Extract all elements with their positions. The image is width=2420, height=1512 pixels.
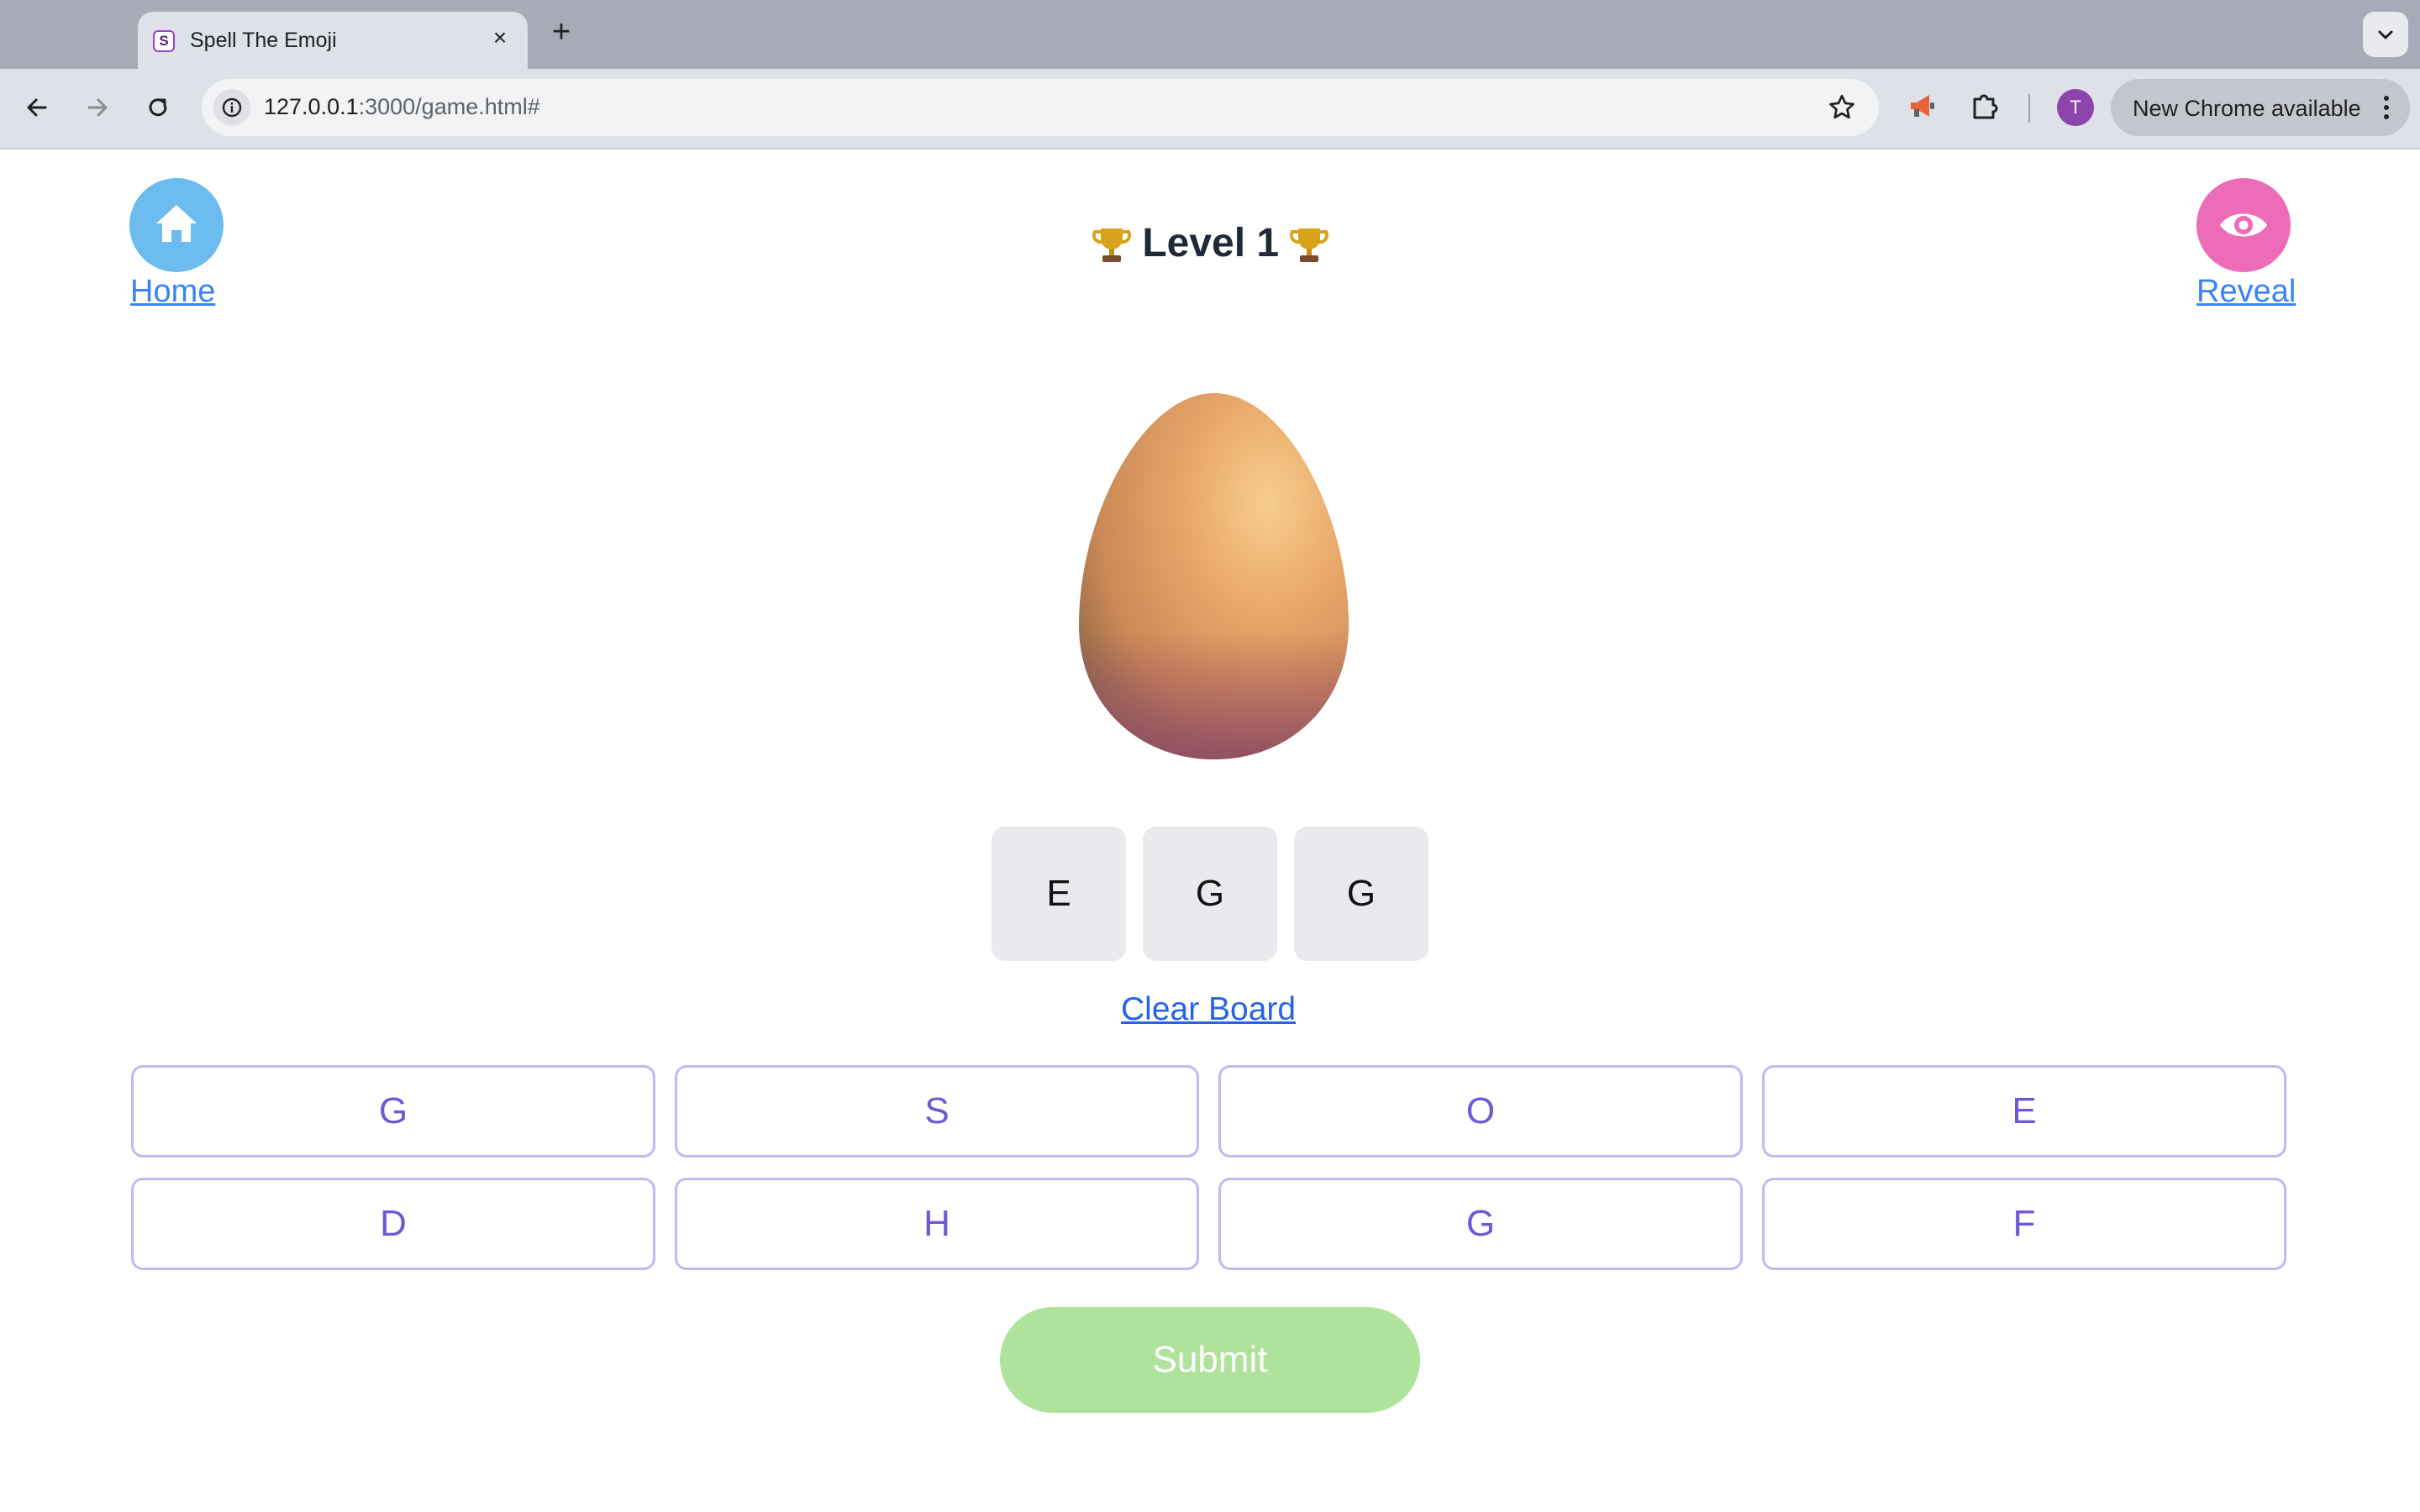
home-link[interactable]: Home (130, 274, 215, 310)
browser-tab[interactable]: S Spell The Emoji × (138, 12, 528, 69)
reload-button[interactable] (138, 87, 178, 128)
back-button[interactable] (17, 87, 57, 128)
toolbar-separator (2028, 94, 2030, 123)
letter-button[interactable]: H (675, 1178, 1199, 1270)
trophy-icon (1092, 228, 1131, 263)
home-button[interactable] (129, 178, 224, 272)
eye-icon (2220, 213, 2267, 237)
bookmark-star-icon[interactable] (1827, 92, 1857, 123)
kebab-menu-icon[interactable] (2381, 94, 2391, 121)
browser-tab-strip: S Spell The Emoji × + (0, 0, 2420, 69)
megaphone-icon[interactable] (1906, 89, 1939, 123)
reveal-link[interactable]: Reveal (2196, 274, 2296, 310)
url-text: 127.0.0.1:3000/game.html# (264, 94, 540, 120)
letter-button[interactable]: O (1218, 1065, 1743, 1158)
profile-avatar[interactable]: T (2057, 89, 2094, 126)
tab-title: Spell The Emoji (190, 29, 337, 52)
level-title: Level 1 (1092, 220, 1329, 266)
letter-button[interactable]: S (675, 1065, 1199, 1158)
clear-board-link[interactable]: Clear Board (1121, 991, 1296, 1028)
chevron-down-icon (2378, 30, 2393, 39)
forward-arrow-icon (87, 98, 108, 117)
forward-button[interactable] (77, 87, 118, 128)
letter-button[interactable]: G (1218, 1178, 1743, 1270)
browser-toolbar: 127.0.0.1:3000/game.html# T New Chrome a… (0, 69, 2420, 150)
answer-slot[interactable]: E (992, 827, 1126, 961)
answer-slot[interactable]: G (1294, 827, 1428, 961)
reload-icon (149, 98, 167, 117)
house-icon (156, 205, 197, 242)
trophy-icon (1290, 228, 1329, 263)
egg-emoji (1079, 393, 1349, 759)
letter-button[interactable]: D (131, 1178, 655, 1270)
new-tab-icon[interactable]: + (544, 15, 578, 49)
letter-button[interactable]: G (131, 1065, 655, 1158)
back-arrow-icon (27, 98, 47, 117)
letter-button[interactable]: E (1762, 1065, 2286, 1158)
level-label: Level 1 (1142, 221, 1280, 265)
submit-button[interactable]: Submit (1000, 1307, 1420, 1413)
tab-search-button[interactable] (2363, 12, 2408, 57)
site-info-icon[interactable] (213, 89, 250, 126)
answer-slot[interactable]: G (1143, 827, 1277, 961)
extensions-puzzle-icon[interactable] (1968, 89, 2002, 123)
reveal-button[interactable] (2196, 178, 2291, 272)
url-host: 127.0.0.1 (264, 94, 359, 119)
update-label: New Chrome available (2133, 96, 2361, 121)
tab-close-icon[interactable]: × (486, 24, 514, 52)
url-path: :3000/game.html# (358, 94, 540, 119)
address-bar[interactable]: 127.0.0.1:3000/game.html# (202, 79, 1879, 136)
tab-favicon-icon: S (153, 30, 175, 52)
letter-button[interactable]: F (1762, 1178, 2286, 1270)
chrome-update-button[interactable]: New Chrome available (2111, 79, 2410, 136)
